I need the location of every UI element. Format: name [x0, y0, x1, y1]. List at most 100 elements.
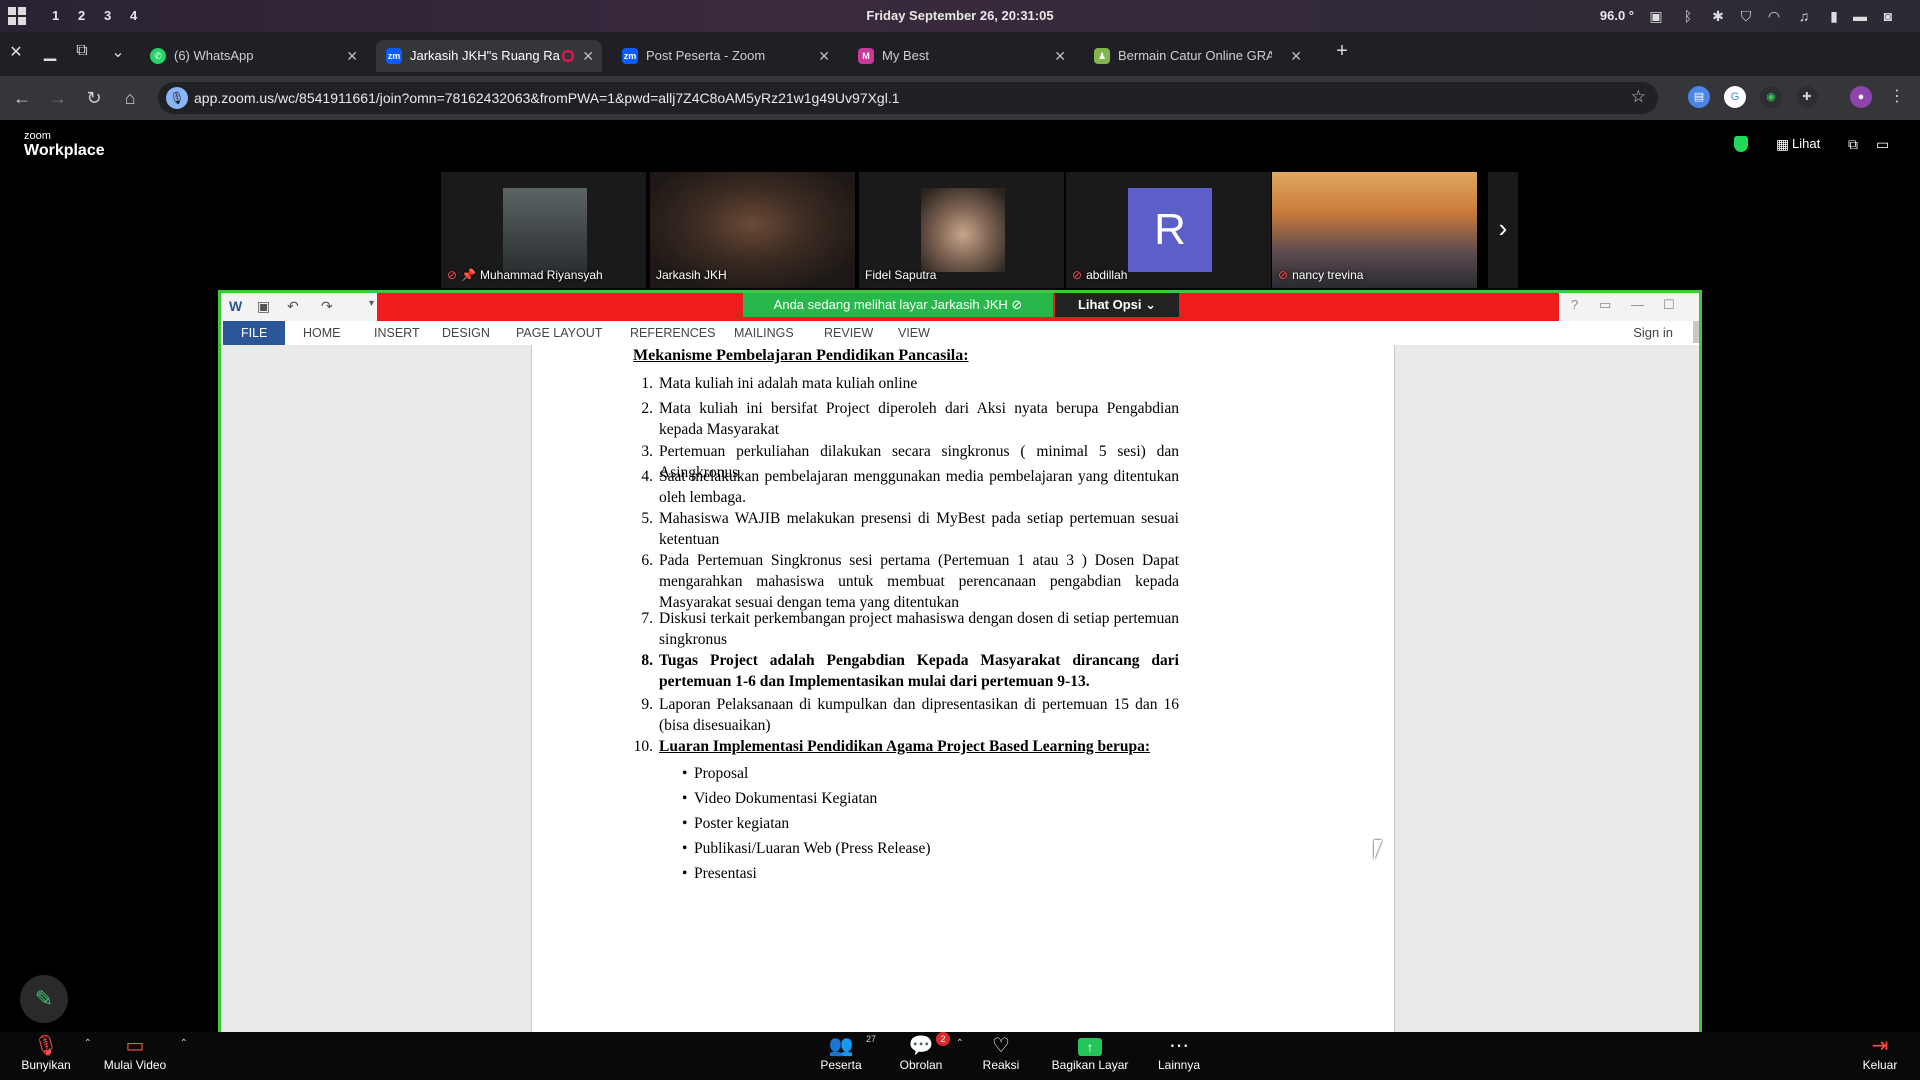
microphone-permission-icon[interactable]: 🎙 [166, 87, 188, 109]
reload-icon[interactable]: ↻ [82, 86, 106, 110]
participant-tile[interactable]: R ⊘ abdillah [1066, 172, 1271, 288]
encryption-shield-icon[interactable] [1734, 136, 1748, 152]
save-icon[interactable]: ▣ [257, 298, 270, 315]
recording-icon [562, 50, 574, 62]
minimize-meeting-icon[interactable]: ⧉ [1848, 136, 1858, 153]
home-icon[interactable]: ⌂ [118, 86, 142, 110]
extensions-puzzle-icon[interactable]: ✚ [1796, 86, 1818, 108]
muted-mic-icon: ⊘ [1278, 268, 1289, 282]
address-bar[interactable]: 🎙 app.zoom.us/wc/8541911661/join?omn=781… [158, 82, 1658, 114]
chat-unread-badge: 2 [936, 1032, 950, 1046]
google-translate-icon[interactable]: G [1724, 86, 1746, 108]
tab-search-icon[interactable]: ⌄ [106, 42, 130, 62]
ribbon-tab-design[interactable]: DESIGN [442, 321, 490, 345]
participants-button[interactable]: 👥 27 Peserta [816, 1032, 876, 1080]
share-screen-button[interactable]: ↑ Bagikan Layar [1050, 1032, 1130, 1080]
battery-icon[interactable]: ▮ [1826, 8, 1842, 24]
leave-button[interactable]: ⇥ Keluar [1858, 1032, 1902, 1080]
chat-label: Obrolan [899, 1058, 943, 1072]
share-notice-text: Anda sedang melihat layar Jarkasih JKH [773, 297, 1008, 312]
more-button[interactable]: ⋯ Lainnya [1154, 1032, 1204, 1080]
reactions-label: Reaksi [982, 1058, 1020, 1072]
chess-pawn-icon: ♟ [1094, 48, 1110, 64]
back-icon[interactable]: ← [10, 86, 34, 110]
ribbon-tab-references[interactable]: REFERENCES [630, 321, 715, 345]
tab-zoom-post[interactable]: zm Post Peserta - Zoom ✕ [612, 40, 838, 72]
ribbon-tab-page-layout[interactable]: PAGE LAYOUT [516, 321, 602, 345]
sign-in-link[interactable]: Sign in [1633, 321, 1673, 345]
annotate-pencil-icon[interactable]: ✎ [20, 975, 68, 1023]
participant-tile[interactable]: ⊘ nancy trevina [1272, 172, 1477, 288]
close-tab-icon[interactable]: ✕ [1054, 40, 1066, 72]
os-top-bar: 1 2 3 4 Friday September 26, 20:31:05 96… [0, 0, 1920, 32]
document-canvas: Mekanisme Pembelajaran Pendidikan Pancas… [221, 321, 1699, 1032]
accessibility-icon[interactable]: ✱ [1710, 8, 1726, 24]
close-tab-icon[interactable]: ✕ [346, 40, 358, 72]
chevron-up-icon[interactable]: ⌃ [956, 1038, 964, 1049]
participant-tile[interactable]: ⊘ 📌 Muhammad Riyansyah [441, 172, 646, 288]
ribbon-tab-file[interactable]: FILE [223, 321, 286, 345]
list-item: 8. Tugas Project adalah Pengabdian Kepada… [641, 650, 1179, 692]
list-item: 9. Laporan Pelaksanaan di kumpulkan dan d… [641, 694, 1179, 736]
tab-title: My Best [882, 48, 929, 63]
folder-icon[interactable]: ▬ [1852, 8, 1868, 24]
bookmark-star-icon[interactable]: ☆ [1631, 87, 1646, 107]
chevron-up-icon[interactable]: ⌃ [84, 1038, 92, 1049]
screenshot-icon[interactable]: ▣ [1648, 8, 1664, 24]
close-tab-icon[interactable]: ✕ [818, 40, 830, 72]
reactions-button[interactable]: ♡ Reaksi [976, 1032, 1026, 1080]
next-participants-icon[interactable]: › [1488, 172, 1518, 288]
list-item: 4. Saat melakukan pembelajaran menggunaka… [641, 466, 1179, 508]
view-grid-icon[interactable]: ▦ [1776, 136, 1789, 153]
browser-menu-icon[interactable]: ⋮ [1886, 86, 1908, 108]
list-item: 10. Luaran Implementasi Pendidikan Agama … [634, 736, 1179, 757]
bluetooth-icon[interactable]: ᛒ [1680, 8, 1696, 24]
maximize-icon[interactable]: ☐ [1663, 297, 1675, 313]
close-window-icon[interactable]: ✕ [4, 42, 28, 62]
participant-avatar: R [1128, 188, 1212, 272]
participant-tile[interactable]: Fidel Saputra [859, 172, 1064, 288]
ribbon-display-icon[interactable]: ▭ [1599, 297, 1611, 313]
extension-eye-icon[interactable]: ◉ [1760, 86, 1782, 108]
help-icon[interactable]: ? [1571, 297, 1578, 312]
new-tab-icon[interactable]: + [1330, 40, 1354, 63]
chevron-up-icon[interactable]: ⌃ [180, 1038, 188, 1049]
ribbon-tab-review[interactable]: REVIEW [824, 321, 873, 345]
view-label[interactable]: Lihat [1792, 136, 1820, 151]
ribbon-tab-home[interactable]: HOME [303, 321, 341, 345]
fullscreen-icon[interactable]: ▭ [1876, 136, 1889, 153]
list-number: 10. [633, 738, 653, 755]
music-icon[interactable]: ♫ [1796, 8, 1812, 24]
close-tab-icon[interactable]: ✕ [1290, 40, 1302, 72]
minimize-icon[interactable]: — [1631, 297, 1644, 312]
ribbon-tab-view[interactable]: VIEW [898, 321, 930, 345]
tab-mybest[interactable]: M My Best ✕ [848, 40, 1074, 72]
camera-icon[interactable]: ◙ [1880, 8, 1896, 24]
participant-name: Fidel Saputra [865, 268, 937, 282]
profile-avatar-icon[interactable]: ● [1850, 86, 1872, 108]
close-tab-icon[interactable]: ✕ [582, 40, 594, 72]
ribbon-tab-mailings[interactable]: MAILINGS [734, 321, 794, 345]
minimize-window-icon[interactable]: ▁ [38, 42, 62, 62]
pin-icon: 📌 [461, 268, 477, 282]
restore-window-icon[interactable]: ⧉ [70, 42, 94, 60]
undo-icon[interactable]: ↶ [287, 298, 299, 315]
participant-tile[interactable]: Jarkasih JKH [650, 172, 855, 288]
ribbon-tab-insert[interactable]: INSERT [374, 321, 420, 345]
chat-button[interactable]: 💬 2 Obrolan ⌃ [896, 1032, 964, 1080]
forward-icon[interactable]: → [46, 86, 70, 110]
leave-icon: ⇥ [1871, 1035, 1889, 1057]
unmute-button[interactable]: 🎙 Bunyikan ⌃ [18, 1032, 92, 1080]
document-page[interactable]: Mekanisme Pembelajaran Pendidikan Pancas… [531, 345, 1395, 1032]
tab-whatsapp[interactable]: ✆ (6) WhatsApp ✕ [140, 40, 366, 72]
extension-doc-icon[interactable]: ▤ [1688, 86, 1710, 108]
customize-toolbar-icon[interactable]: ▾ [369, 298, 374, 309]
tab-zoom-meeting[interactable]: zm Jarkasih JKH"s Ruang Ra ✕ [376, 40, 602, 72]
redo-icon[interactable]: ↷ [321, 298, 333, 315]
shield-icon[interactable]: ⛉ [1738, 8, 1754, 24]
view-options-button[interactable]: Lihat Opsi ⌄ [1055, 293, 1179, 317]
wifi-icon[interactable]: ◠ [1766, 8, 1782, 24]
tab-chess[interactable]: ♟ Bermain Catur Online GRATIS ✕ [1084, 40, 1310, 72]
document-scrollbar[interactable] [1693, 321, 1699, 343]
start-video-button[interactable]: ▭ Mulai Video ⌃ [100, 1032, 188, 1080]
